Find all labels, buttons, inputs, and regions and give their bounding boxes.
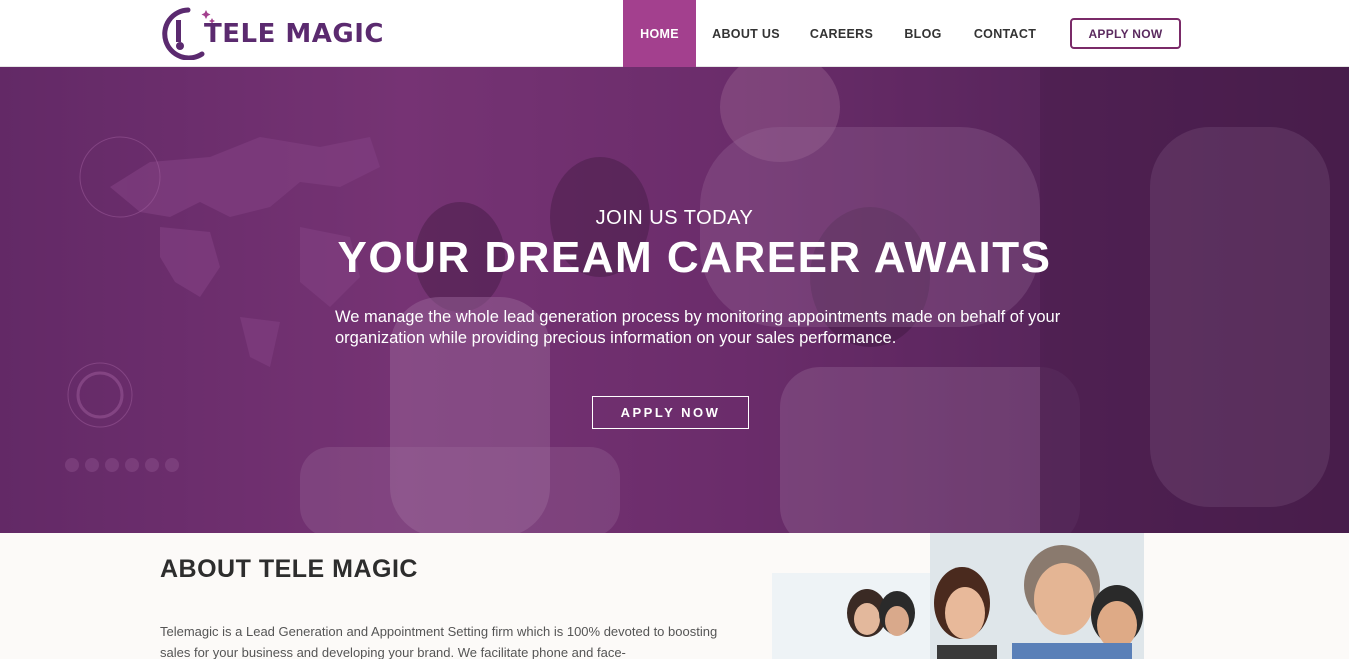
- nav-contact[interactable]: CONTACT: [959, 0, 1051, 67]
- main-nav: HOME ABOUT US CAREERS BLOG CONTACT: [623, 0, 1051, 67]
- logo[interactable]: TELE MAGIC: [158, 4, 384, 60]
- nav-home[interactable]: HOME: [623, 0, 696, 67]
- hero-overlay: [0, 67, 1349, 533]
- logo-text: TELE MAGIC: [204, 19, 384, 49]
- apply-now-header-button[interactable]: APPLY NOW: [1070, 18, 1181, 49]
- nav-about-us[interactable]: ABOUT US: [696, 0, 796, 67]
- about-team-image: [772, 533, 1144, 659]
- about-text: Telemagic is a Lead Generation and Appoi…: [160, 624, 718, 659]
- hero-banner: JOIN US TODAY YOUR DREAM CAREER AWAITS W…: [0, 67, 1349, 533]
- hero-description: We manage the whole lead generation proc…: [335, 308, 1061, 347]
- nav-careers[interactable]: CAREERS: [796, 0, 887, 67]
- apply-now-hero-button[interactable]: APPLY NOW: [592, 396, 749, 429]
- about-section: ABOUT TELE MAGIC Telemagic is a Lead Gen…: [0, 533, 1349, 659]
- nav-blog[interactable]: BLOG: [887, 0, 959, 67]
- about-title: ABOUT TELE MAGIC: [160, 555, 418, 583]
- site-header: TELE MAGIC HOME ABOUT US CAREERS BLOG CO…: [0, 0, 1349, 67]
- hero-subtitle: JOIN US TODAY: [595, 207, 754, 229]
- hero-title: YOUR DREAM CAREER AWAITS: [337, 233, 1052, 282]
